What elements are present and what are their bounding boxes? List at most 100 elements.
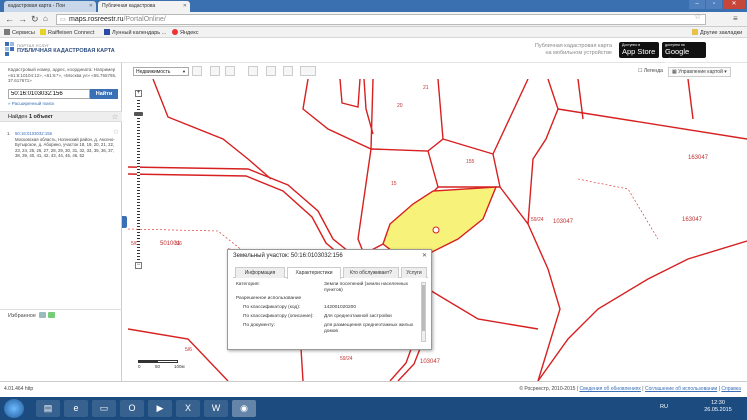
tab-info[interactable]: Информация — [235, 267, 285, 278]
map-control-button[interactable]: ▦ Управление картой ▾ — [668, 67, 731, 77]
legend-toggle[interactable]: ☐ Легенда — [638, 68, 663, 74]
result-link[interactable]: 50:16:0103032:156 — [15, 131, 52, 136]
updates-link[interactable]: Сведения об обновлениях — [579, 386, 640, 392]
yandex-icon — [172, 29, 178, 35]
maximize-icon[interactable]: ▫ — [706, 0, 722, 9]
forward-icon[interactable]: → — [18, 14, 27, 24]
sidebar-toggle[interactable] — [122, 216, 127, 228]
chrome-icon[interactable]: ◉ — [232, 400, 256, 417]
star-icon[interactable]: ☆ — [694, 12, 701, 21]
language-indicator[interactable]: RU — [660, 404, 668, 410]
bookmark-raiffeisen[interactable]: Raiffeisen Connect — [40, 29, 94, 36]
footer-links: © Росреестр, 2010-2015 | Сведения об обн… — [519, 386, 741, 392]
close-icon[interactable]: ✕ — [89, 3, 93, 9]
raiffeisen-icon — [40, 29, 46, 35]
bookmark-services[interactable]: Сервисы — [4, 29, 35, 36]
help-link[interactable]: Справка — [721, 386, 741, 392]
popup-body: Категория: Земли поселений (земли населе… — [233, 280, 423, 346]
search-input[interactable] — [8, 89, 90, 99]
scrollbar-thumb[interactable] — [422, 285, 425, 331]
ruler-tool-icon[interactable] — [266, 66, 276, 76]
start-button-icon[interactable] — [4, 399, 24, 418]
parcel-boundary — [128, 328, 229, 381]
outlook-icon[interactable]: O — [120, 400, 144, 417]
parcel-boundary — [339, 79, 361, 108]
results-header: Найден 1 объект ☆ — [0, 111, 122, 122]
map-label: 59/24 — [340, 356, 353, 362]
map-label: 163047 — [688, 155, 709, 161]
zoom-in-icon[interactable]: + — [135, 90, 142, 97]
advanced-search-link[interactable]: » Расширенный поиск — [8, 101, 54, 106]
tab-label: кадастровая карта - Пои — [8, 3, 65, 9]
explorer-icon[interactable]: ▤ — [36, 400, 60, 417]
reload-icon[interactable]: ↻ — [31, 14, 39, 24]
print-icon[interactable] — [283, 66, 293, 76]
bookmarks-bar: Сервисы Raiffeisen Connect Лунный календ… — [0, 27, 747, 38]
row-permitted-use: Разрешенное использование — [236, 296, 302, 301]
folder-icon — [692, 29, 698, 35]
zoom-slider[interactable] — [137, 100, 140, 260]
tab-who-serves[interactable]: Кто обслуживает? — [343, 267, 399, 278]
portal-title[interactable]: ПУБЛИЧНАЯ КАДАСТРОВАЯ КАРТА — [17, 48, 115, 54]
excel-icon[interactable]: X — [176, 400, 200, 417]
close-icon[interactable]: ✕ — [183, 3, 187, 9]
bookmark-yandex[interactable]: Яндекс — [172, 29, 199, 36]
measure-tool-icon[interactable] — [248, 66, 258, 76]
draw-tool-icon[interactable] — [300, 66, 316, 76]
popup-scrollbar[interactable] — [421, 282, 426, 342]
app-store-button[interactable]: Доступно в App Store — [619, 42, 659, 58]
map-label: 15 — [391, 181, 397, 187]
taskbar: ▤ e ▭ O ▶ X W ◉ RU 12:30 26.05.2015 — [0, 397, 747, 420]
window-controls: – ▫ ✕ — [689, 0, 745, 10]
select-tool-icon[interactable] — [210, 66, 220, 76]
search-button[interactable]: Найти — [90, 89, 118, 99]
folder-icon[interactable]: ▭ — [92, 400, 116, 417]
export-icon[interactable] — [48, 312, 56, 318]
map-drawing: 163047 163047 59/24 103047 501001 5/6 5/… — [128, 79, 747, 381]
status-bar: 4.01.464 http © Росреестр, 2010-2015 | С… — [0, 381, 747, 394]
row-class-desc: По классификатору (описание): Для средне… — [243, 314, 392, 319]
zoom-handle[interactable] — [134, 112, 143, 116]
tab-characteristics[interactable]: Характеристики — [287, 267, 341, 279]
identify-tool-icon[interactable] — [192, 66, 202, 76]
map-canvas[interactable]: 163047 163047 59/24 103047 501001 5/6 5/… — [128, 79, 747, 381]
layers-tool-icon[interactable] — [225, 66, 235, 76]
parcel-boundary — [557, 108, 747, 140]
parcel-boundary — [492, 79, 529, 155]
mobile-promo: Публичная кадастровая карта на мобильном… — [534, 43, 612, 56]
google-play-button[interactable]: доступно на Google play — [662, 42, 706, 65]
star-icon[interactable]: ☆ — [113, 129, 119, 136]
star-icon[interactable]: ☆ — [112, 113, 118, 121]
menu-icon[interactable]: ≡ — [733, 14, 738, 23]
ie-icon[interactable]: e — [64, 400, 88, 417]
zoom-out-icon[interactable]: − — [135, 262, 142, 269]
tab-cadastral-map[interactable]: кадастровая карта - Пои ✕ — [4, 1, 96, 12]
layer-select[interactable]: Недвижимость ▼ — [133, 67, 189, 76]
tab-public-map[interactable]: Публичная кадастрова ✕ — [98, 1, 190, 12]
terms-link[interactable]: Соглашение об использовании — [645, 386, 717, 392]
parcel-boundary — [302, 79, 374, 151]
address-bar[interactable]: ▭ maps.rosreestr.ru/PortalOnline/ — [56, 14, 706, 25]
minimize-icon[interactable]: – — [689, 0, 705, 9]
parcel-popup: Земельный участок: 50:16:0103032:156 ✕ И… — [227, 249, 432, 350]
back-icon[interactable]: ← — [5, 14, 14, 24]
close-icon[interactable]: ✕ — [422, 252, 427, 259]
browser-tab-strip: кадастровая карта - Пои ✕ Публичная када… — [0, 0, 747, 12]
row-class-code: По классификатору (код): 142001020200 — [243, 305, 357, 310]
media-icon[interactable]: ▶ — [148, 400, 172, 417]
browser-toolbar: ← → ↻ ⌂ ▭ maps.rosreestr.ru/PortalOnline… — [0, 12, 747, 27]
result-address: Московская область, Ногинский район, д. … — [15, 137, 115, 158]
close-window-icon[interactable]: ✕ — [723, 0, 745, 9]
tab-services[interactable]: Услуги — [401, 267, 427, 278]
clock[interactable]: 12:30 26.05.2015 — [703, 400, 733, 414]
import-icon[interactable] — [39, 312, 47, 318]
bookmark-lunar[interactable]: Лунный календарь ... — [104, 29, 166, 36]
parcel-boundary — [427, 288, 539, 330]
word-icon[interactable]: W — [204, 400, 228, 417]
map-label: 155 — [466, 159, 475, 165]
favorites-section: Избранное — [0, 309, 122, 320]
bookmark-other[interactable]: Другие закладки — [692, 29, 742, 36]
map-label: 5/6 — [175, 241, 182, 247]
moon-icon — [104, 29, 110, 35]
home-icon[interactable]: ⌂ — [43, 14, 48, 24]
